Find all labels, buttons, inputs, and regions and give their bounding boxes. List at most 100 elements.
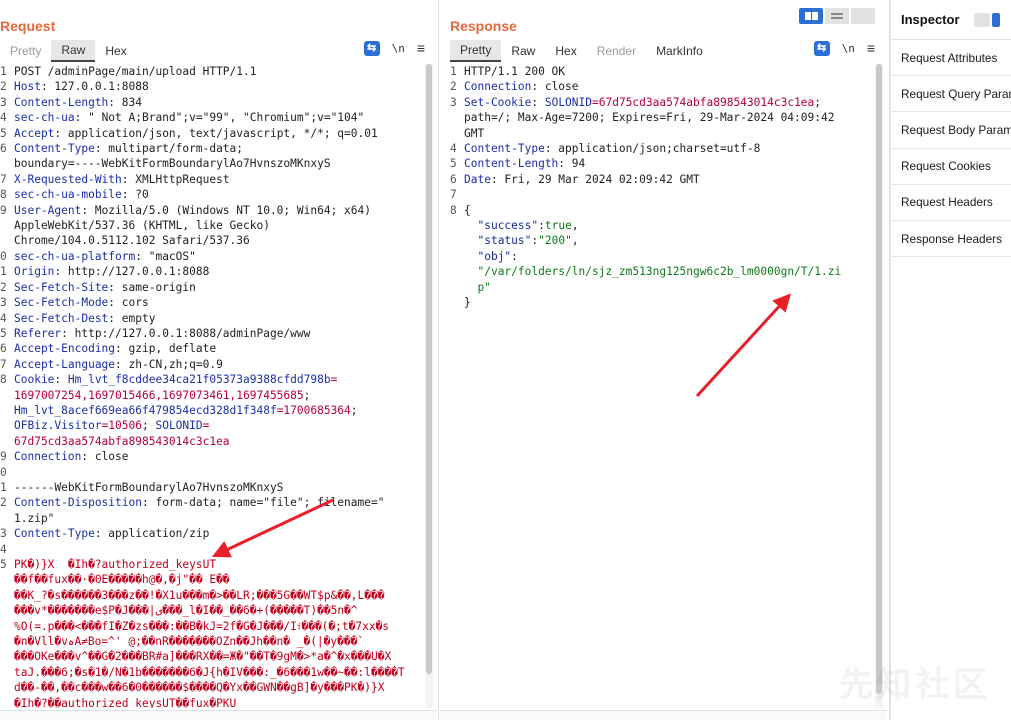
request-tab-pretty[interactable]: Pretty — [0, 41, 51, 61]
split-horizontal-icon[interactable] — [825, 8, 849, 24]
line-code: HTTP/1.1 200 OK — [464, 64, 883, 79]
line-code: Referer: http://127.0.0.1:8088/adminPage… — [14, 326, 433, 341]
code-token: : 94 — [558, 157, 586, 171]
request-line: 1 POST /adminPage/main/upload HTTP/1.1 — [0, 64, 433, 79]
line-code: ------WebKitFormBoundarylAo7HvnszoMKnxyS — [14, 480, 433, 495]
line-number: 4 — [0, 542, 7, 556]
code-token: =67d75cd3aa574abfa898543014c3c1ea — [592, 95, 815, 109]
code-token: PK�)}X �Ih�?authorized_keysUT ��f��fux��… — [14, 558, 405, 708]
line-number: 5 — [0, 126, 7, 140]
code-token: ; — [303, 388, 311, 402]
response-tab-hex[interactable]: Hex — [545, 41, 586, 61]
line-number: 0 — [0, 465, 7, 479]
line-code: Cookie: Hm_lvt_f8cddee34ca21f05373a9388c… — [14, 372, 433, 449]
line-code: X-Requested-With: XMLHttpRequest — [14, 172, 433, 187]
inspector-request-cookies[interactable]: Request Cookies — [891, 149, 1011, 185]
request-line: 4 Sec-Fetch-Dest: empty — [0, 311, 433, 326]
request-scroll-thumb[interactable] — [426, 64, 432, 674]
line-code: Origin: http://127.0.0.1:8088 — [14, 264, 433, 279]
split-vertical-icon[interactable] — [799, 8, 823, 24]
request-line: 5 Referer: http://127.0.0.1:8088/adminPag… — [0, 326, 433, 341]
line-code: PK�)}X �Ih�?authorized_keysUT ��f��fux��… — [14, 557, 433, 708]
wrap-lines-icon[interactable]: ⇆ — [363, 40, 380, 56]
code-token: =1700685364 — [276, 403, 351, 417]
code-token: : http://127.0.0.1:8088 — [54, 265, 210, 279]
line-number: 1 — [0, 65, 7, 78]
code-token: "obj" — [477, 249, 512, 263]
inspector-sections: Request Attributes Request Query Param Req… — [891, 40, 1011, 258]
code-token: : same-origin — [108, 280, 196, 294]
code-token: : 834 — [108, 95, 142, 109]
code-token: Accept-Language — [14, 357, 116, 371]
request-tab-hex[interactable]: Hex — [95, 41, 136, 61]
code-token: : — [538, 219, 545, 233]
response-menu-icon[interactable]: ≡ — [867, 40, 875, 56]
code-token: : " Not A;Brand";v="99", "Chromium";v="1… — [74, 111, 365, 125]
code-token: : http://127.0.0.1:8088/adminPage/www — [61, 326, 311, 340]
response-tab-pretty[interactable]: Pretty — [450, 40, 502, 62]
layout-toggle — [799, 8, 875, 24]
code-token: : application/json, text/javascript, */*… — [54, 126, 378, 140]
code-token: Set-Cookie — [464, 95, 532, 109]
line-code: Content-Type: application/zip — [14, 526, 433, 541]
line-number: 2 — [450, 80, 457, 94]
request-menu-icon[interactable]: ≡ — [417, 40, 425, 56]
line-number: 8 — [0, 373, 7, 387]
code-token: true — [544, 219, 572, 233]
code-token: Sec-Fetch-Site — [14, 280, 109, 294]
code-token: Content-Type — [14, 142, 95, 156]
single-pane-icon[interactable] — [851, 8, 875, 24]
code-token: SOLONID — [155, 419, 203, 433]
code-token: Connection — [14, 450, 82, 464]
wrap-lines-icon[interactable]: ⇆ — [813, 40, 830, 56]
show-newlines-button[interactable]: \n — [392, 42, 405, 55]
response-line: 1 HTTP/1.1 200 OK — [450, 64, 883, 79]
inspector-request-body-params[interactable]: Request Body Param — [891, 112, 1011, 149]
line-code: Sec-Fetch-Dest: empty — [14, 311, 433, 326]
line-number: 7 — [0, 357, 7, 371]
line-code: Content-Type: multipart/form-data; bound… — [14, 141, 433, 172]
request-line: 0 sec-ch-ua-platform: "macOS" — [0, 249, 433, 264]
response-actions: ⇆ \n ≡ — [813, 40, 875, 56]
inspector-request-headers[interactable]: Request Headers — [891, 185, 1011, 221]
response-scrollbar[interactable] — [875, 64, 883, 708]
request-line: 8 sec-ch-ua-mobile: ?0 — [0, 187, 433, 202]
code-token: =10506 — [101, 419, 142, 433]
request-line: 5 Accept: application/json, text/javascri… — [0, 126, 433, 141]
request-tab-raw[interactable]: Raw — [51, 40, 96, 62]
response-scroll-thumb[interactable] — [876, 64, 882, 694]
inspector-list-icon[interactable] — [973, 12, 990, 27]
response-tab-render[interactable]: Render — [587, 41, 646, 61]
response-editor[interactable]: 1 HTTP/1.1 200 OK 2 Connection: close 3 Set-C… — [450, 64, 883, 708]
request-line: 9 Connection: close — [0, 449, 433, 464]
inspector-request-attributes[interactable]: Request Attributes — [891, 40, 1011, 77]
inspector-dock-icon[interactable] — [991, 12, 1000, 27]
response-line: 2 Connection: close — [450, 79, 883, 94]
response-tab-raw[interactable]: Raw — [501, 41, 545, 61]
code-token: "status" — [477, 234, 532, 248]
line-number: 6 — [0, 342, 7, 356]
code-token: : Fri, 29 Mar 2024 02:09:42 GMT — [490, 172, 700, 186]
line-number: 9 — [0, 203, 7, 217]
request-bottom-bar — [0, 710, 437, 720]
request-editor[interactable]: 1 POST /adminPage/main/upload HTTP/1.1 2 Ho… — [0, 64, 433, 708]
inspector-request-query-params[interactable]: Request Query Param — [891, 76, 1011, 113]
line-code: User-Agent: Mozilla/5.0 (Windows NT 10.0… — [14, 203, 433, 249]
line-number: 8 — [450, 203, 457, 217]
line-number: 1 — [450, 65, 457, 78]
code-token: : — [54, 373, 68, 387]
pane-divider[interactable] — [438, 0, 439, 720]
response-line: 3 Set-Cookie: SOLONID=67d75cd3aa574abfa89… — [450, 95, 883, 141]
inspector-response-headers[interactable]: Response Headers — [891, 221, 1011, 258]
line-code: Content-Length: 94 — [464, 156, 883, 171]
code-token: : zh-CN,zh;q=0.9 — [115, 357, 223, 371]
request-scrollbar[interactable] — [425, 64, 433, 708]
code-token: } — [464, 296, 471, 310]
line-number: 3 — [0, 95, 7, 109]
code-token: : empty — [108, 311, 156, 325]
request-line: 5 PK�)}X �Ih�?authorized_keysUT ��f��fux�… — [0, 557, 433, 708]
show-newlines-button[interactable]: \n — [842, 42, 855, 55]
response-tab-markinfo[interactable]: MarkInfo — [646, 41, 713, 61]
request-line: 7 X-Requested-With: XMLHttpRequest — [0, 172, 433, 187]
